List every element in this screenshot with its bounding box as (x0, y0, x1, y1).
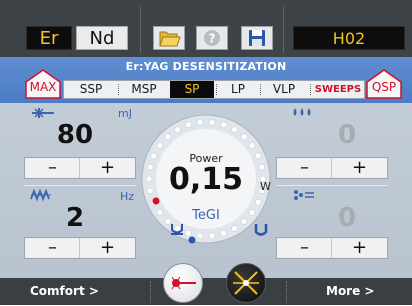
gauge-dot (208, 118, 216, 126)
max-label: MAX (29, 80, 57, 94)
help-icon: ? (204, 30, 220, 46)
water-stepper: – + (276, 157, 388, 179)
save-program-button[interactable] (241, 26, 273, 50)
pulse-mode-ssp[interactable]: SSP (66, 81, 116, 98)
program-code-display[interactable]: H02 (293, 26, 405, 50)
air-minus-button[interactable]: – (277, 238, 332, 258)
handpiece-right-icon (254, 224, 268, 236)
power-value: 0,15 (168, 162, 244, 197)
energy-stepper: – + (24, 157, 136, 179)
pulse-mode-msp[interactable]: MSP (120, 81, 168, 98)
energy-value: 80 (56, 120, 94, 150)
divider-line (276, 185, 388, 186)
pulse-energy-icon (32, 108, 54, 118)
pulse-mode-sp[interactable]: SP (170, 81, 214, 98)
svg-text:?: ? (209, 32, 216, 46)
gauge-dot (156, 142, 164, 149)
bottom-divider (150, 281, 151, 303)
laser-control-screen: Er Nd ? H02 Er:YAG DESENSITIZATION MAX S… (0, 0, 412, 305)
gauge-dot (196, 118, 204, 126)
gauge-dot (208, 232, 216, 239)
help-button[interactable]: ? (196, 26, 228, 50)
air-value: 0 (337, 203, 357, 233)
qsp-label: QSP (371, 80, 397, 94)
gauge-dot (185, 229, 192, 237)
top-divider (140, 6, 141, 53)
gauge-dot (174, 126, 181, 133)
divider-line (24, 185, 136, 186)
handpiece-left-icon (171, 224, 183, 235)
gauge-dot (248, 142, 256, 149)
water-value: 0 (337, 120, 357, 150)
gauge-dot (164, 133, 172, 140)
more-button[interactable]: More > (326, 284, 374, 298)
gauge-dot (254, 198, 262, 206)
handpiece-name: TeGI (192, 208, 220, 223)
bottom-divider (286, 281, 287, 303)
pulse-mode-selector: SSP MSP SP LP VLP SWEEPS (63, 80, 365, 99)
pulse-divider (118, 84, 119, 95)
pulse-mode-sweeps[interactable]: SWEEPS (312, 81, 364, 98)
gauge-dot (231, 126, 238, 133)
gauge-position-marker (188, 236, 196, 244)
open-program-button[interactable] (153, 26, 185, 50)
frequency-minus-button[interactable]: – (25, 238, 80, 258)
pulse-divider (260, 84, 261, 95)
pulse-divider (216, 84, 217, 95)
gauge-dot (185, 121, 192, 129)
energy-unit: mJ (118, 107, 132, 120)
gauge-dot (220, 121, 227, 129)
gauge-dot (231, 225, 238, 232)
frequency-plus-button[interactable]: + (79, 238, 135, 258)
power-unit: W (260, 180, 271, 193)
gauge-dot (258, 163, 266, 171)
laser-standby-icon (233, 271, 259, 295)
gauge-dot (220, 229, 227, 237)
wavelength-er-button[interactable]: Er (26, 26, 72, 50)
water-plus-button[interactable]: + (331, 158, 387, 178)
gauge-min-marker (152, 197, 160, 205)
air-stepper: – + (276, 237, 388, 259)
air-spray-icon (294, 190, 314, 200)
pulse-mode-vlp[interactable]: VLP (262, 81, 306, 98)
pulse-divider (310, 84, 311, 95)
max-button[interactable]: MAX (24, 68, 62, 100)
laser-standby-button[interactable] (226, 263, 266, 303)
comfort-button[interactable]: Comfort > (30, 284, 99, 298)
air-plus-button[interactable]: + (331, 238, 387, 258)
frequency-unit: Hz (120, 190, 135, 203)
water-minus-button[interactable]: – (277, 158, 332, 178)
gauge-dot (196, 232, 204, 239)
floppy-save-icon (249, 30, 265, 46)
frequency-wave-icon (30, 189, 51, 201)
aiming-beam-icon (171, 276, 196, 290)
wavelength-nd-button[interactable]: Nd (76, 26, 128, 50)
folder-open-icon (159, 31, 181, 47)
gauge-dot (145, 175, 153, 183)
frequency-stepper: – + (24, 237, 136, 259)
top-divider-right (283, 6, 284, 53)
gauge-dot (146, 163, 154, 171)
pulse-mode-lp[interactable]: LP (218, 81, 258, 98)
energy-plus-button[interactable]: + (79, 158, 135, 178)
energy-minus-button[interactable]: – (25, 158, 80, 178)
gauge-dot (146, 187, 154, 195)
water-drops-icon (293, 108, 311, 116)
frequency-value: 2 (65, 203, 85, 233)
qsp-button[interactable]: QSP (365, 68, 403, 100)
gauge-dot (240, 133, 248, 140)
aiming-beam-button[interactable] (163, 263, 203, 303)
